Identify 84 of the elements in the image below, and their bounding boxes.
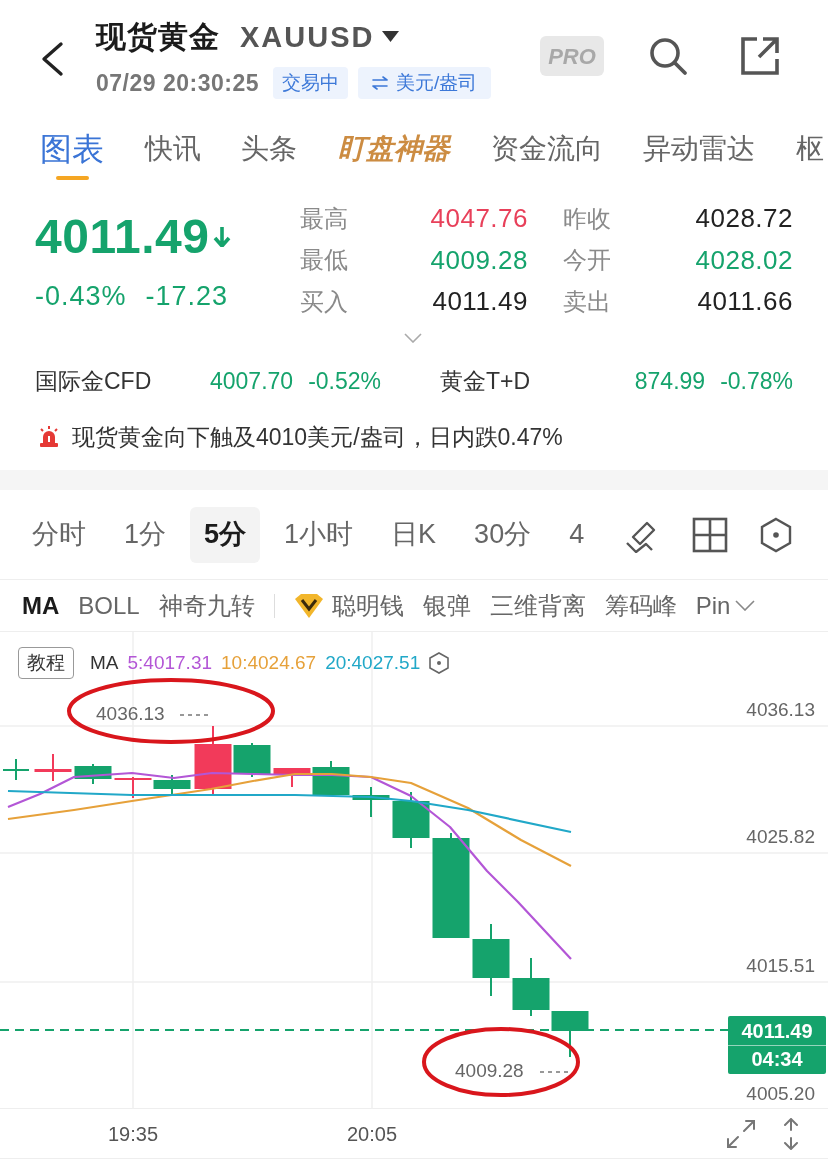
candle bbox=[153, 774, 191, 795]
tab[interactable]: 枢 bbox=[795, 112, 824, 186]
indicator-tab[interactable]: Pin bbox=[695, 587, 731, 624]
moving-average-value: 5:4017.31 bbox=[127, 650, 213, 675]
tab[interactable]: 快讯 bbox=[144, 112, 201, 186]
instrument-title: 现货黄金 bbox=[96, 18, 220, 55]
indicator-tab[interactable]: 筹码峰 bbox=[604, 587, 677, 624]
instrument-price: 874.99 bbox=[634, 366, 706, 396]
alert-text: 现货黄金向下触及4010美元/盎司，日内跌0.47% bbox=[72, 422, 563, 452]
timestamp: 07/29 20:30:25 bbox=[96, 68, 259, 98]
candle bbox=[352, 786, 390, 818]
stat-label: 昨收 bbox=[562, 203, 612, 234]
axis-label: 20:05 bbox=[346, 1122, 398, 1146]
instrument-name: 国际金CFD bbox=[35, 366, 153, 396]
axis-label: 4005.20 bbox=[746, 1082, 815, 1106]
candle bbox=[74, 763, 112, 785]
period-tab[interactable]: 5分 bbox=[190, 506, 261, 563]
tab[interactable]: 图表 bbox=[40, 112, 104, 186]
candle bbox=[3, 758, 29, 781]
low-price-label: 4009.28 bbox=[455, 1059, 524, 1083]
period-tab[interactable]: 分时 bbox=[18, 506, 100, 563]
axis-label: 4015.51 bbox=[746, 954, 815, 978]
alarm-icon bbox=[38, 426, 60, 448]
back-icon[interactable] bbox=[40, 41, 64, 77]
candle bbox=[392, 791, 430, 849]
vertical-arrows-icon[interactable] bbox=[782, 1117, 800, 1150]
indicator-tab[interactable]: 神奇九转 bbox=[158, 587, 255, 624]
stat-label: 最高 bbox=[300, 203, 349, 234]
candle-countdown: 04:34 bbox=[728, 1044, 826, 1073]
moving-average-value: 20:4027.51 bbox=[325, 650, 421, 675]
axis-label: 19:35 bbox=[107, 1122, 159, 1146]
instrument-change: -0.52% bbox=[308, 366, 381, 396]
share-icon[interactable] bbox=[740, 36, 780, 76]
stat-value: 4028.72 bbox=[694, 202, 793, 236]
currency-unit-toggle[interactable]: 美元/盎司 bbox=[358, 67, 492, 99]
chevron-down-icon[interactable] bbox=[735, 600, 756, 611]
stat-value: 4011.49 bbox=[431, 285, 528, 319]
high-price-label: 4036.13 bbox=[96, 702, 165, 726]
swap-icon bbox=[372, 76, 388, 90]
hexagon-icon[interactable] bbox=[760, 516, 792, 553]
change-amount: -17.23 bbox=[145, 280, 229, 312]
grid-icon[interactable] bbox=[692, 516, 728, 553]
period-tab[interactable]: 1小时 bbox=[270, 506, 368, 563]
instrument-change: -0.78% bbox=[720, 366, 793, 396]
instrument-name: 黄金T+D bbox=[440, 366, 531, 396]
period-tab[interactable]: 1分 bbox=[110, 506, 181, 563]
stat-value: 4009.28 bbox=[429, 243, 528, 277]
symbol-dropdown[interactable]: XAUUSD bbox=[240, 17, 400, 56]
instrument-price: 4007.70 bbox=[210, 366, 294, 396]
indicator-name: MA bbox=[90, 650, 119, 675]
change-percent: -0.43% bbox=[35, 280, 127, 312]
period-tab[interactable]: 4 bbox=[555, 506, 599, 563]
period-tab[interactable]: 日K bbox=[377, 506, 451, 563]
indicator-tab[interactable]: 聪明钱 bbox=[293, 587, 404, 624]
moving-average-value: 10:4024.67 bbox=[221, 650, 317, 675]
candle bbox=[551, 1010, 589, 1058]
stat-value: 4028.02 bbox=[694, 243, 793, 277]
status-badge: 交易中 bbox=[273, 67, 348, 99]
stat-label: 最低 bbox=[300, 245, 349, 276]
indicator-tab[interactable]: BOLL bbox=[78, 587, 140, 624]
candle bbox=[114, 776, 152, 799]
period-tab[interactable]: 30分 bbox=[460, 506, 546, 563]
indicator-tab[interactable]: 三维背离 bbox=[489, 587, 586, 624]
tab[interactable]: 资金流向 bbox=[490, 112, 603, 186]
tag-price: 4011.49 bbox=[741, 1018, 813, 1044]
hexagon-icon[interactable] bbox=[429, 652, 450, 674]
tab[interactable]: 头条 bbox=[241, 112, 298, 186]
indicator-tab[interactable]: MA bbox=[22, 587, 60, 624]
indicator-tab[interactable]: 银弹 bbox=[422, 587, 471, 624]
expand-icon[interactable] bbox=[726, 1118, 756, 1149]
candle bbox=[512, 957, 550, 1017]
last-price: 4011.49 bbox=[35, 209, 210, 265]
axis-label: 4036.13 bbox=[746, 698, 815, 722]
search-icon[interactable] bbox=[648, 36, 688, 76]
stat-label: 今开 bbox=[562, 245, 612, 276]
stat-value: 4011.66 bbox=[696, 285, 793, 319]
candle bbox=[34, 753, 72, 782]
axis-label: 4025.82 bbox=[746, 825, 815, 849]
stat-label: 买入 bbox=[300, 286, 349, 317]
tab[interactable]: 异动雷达 bbox=[643, 112, 756, 186]
stat-value: 4047.76 bbox=[429, 202, 528, 236]
stat-label: 卖出 bbox=[562, 286, 612, 317]
caret-down-icon bbox=[382, 31, 400, 43]
tutorial-button[interactable]: 教程 bbox=[18, 647, 74, 679]
